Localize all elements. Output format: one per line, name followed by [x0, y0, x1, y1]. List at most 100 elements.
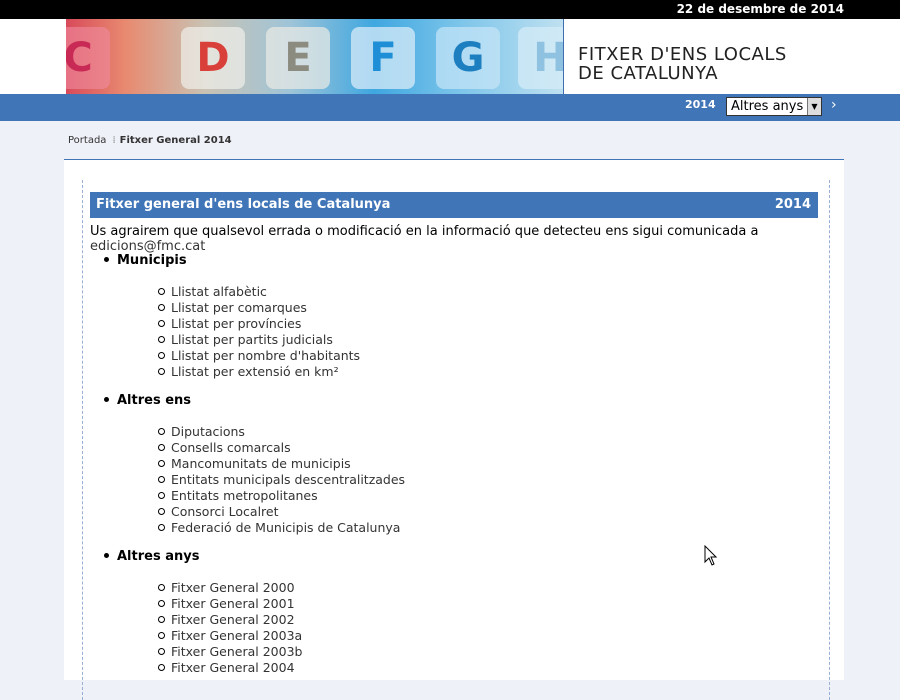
list-item[interactable]: Llistat per partits judicials	[158, 332, 360, 348]
chevron-right-icon[interactable]: ›	[831, 97, 837, 113]
list-item[interactable]: Fitxer General 2002	[158, 612, 302, 628]
breadcrumb: Portada ⁞ Fitxer General 2014	[68, 135, 232, 146]
banner-letter: F	[351, 27, 415, 89]
nav-bar: 2014 Altres anys ▼ ›	[0, 94, 900, 121]
banner-letter: H	[518, 27, 563, 89]
bullet-icon	[104, 397, 109, 402]
list-item-label: Llistat per nombre d'habitants	[171, 348, 361, 363]
breadcrumb-separator-icon: ⁞	[112, 135, 116, 146]
top-bar: 22 de desembre de 2014	[0, 0, 900, 19]
mouse-pointer-icon	[704, 545, 718, 566]
list-item[interactable]: Fitxer General 2001	[158, 596, 302, 612]
section-title: Municipis	[117, 253, 187, 268]
circle-bullet-icon	[158, 600, 165, 607]
circle-bullet-icon	[158, 476, 165, 483]
list-item[interactable]: Consells comarcals	[158, 440, 405, 456]
list-item[interactable]: Mancomunitats de municipis	[158, 456, 405, 472]
circle-bullet-icon	[158, 428, 165, 435]
section-municipis: Municipis	[104, 253, 187, 268]
list-item[interactable]: Llistat per províncies	[158, 316, 360, 332]
intro-text: Us agrairem que qualsevol errada o modif…	[90, 224, 844, 254]
list-item-label: Entitats metropolitanes	[171, 488, 318, 503]
list-item[interactable]: Llistat per comarques	[158, 300, 360, 316]
content-title: Fitxer general d'ens locals de Catalunya	[96, 197, 391, 212]
list-item-label: Fitxer General 2003b	[171, 644, 303, 659]
banner-image: C D E F G H	[66, 19, 563, 94]
section-title: Altres ens	[117, 393, 192, 408]
current-year-link[interactable]: 2014	[685, 98, 716, 111]
content-panel: Fitxer general d'ens locals de Catalunya…	[64, 159, 844, 700]
list-item[interactable]: Consorci Localret	[158, 504, 405, 520]
site-title-line2: DE CATALUNYA	[578, 63, 719, 84]
list-item[interactable]: Entitats metropolitanes	[158, 488, 405, 504]
content-header: Fitxer general d'ens locals de Catalunya…	[90, 192, 818, 218]
list-item-label: Diputacions	[171, 424, 245, 439]
circle-bullet-icon	[158, 288, 165, 295]
year-select-value: Altres anys	[731, 99, 804, 114]
list-item[interactable]: Llistat per extensió en km²	[158, 364, 360, 380]
list-item-label: Llistat per partits judicials	[171, 332, 333, 347]
list-item-label: Fitxer General 2001	[171, 596, 295, 611]
list-item-label: Llistat per comarques	[171, 300, 307, 315]
circle-bullet-icon	[158, 368, 165, 375]
list-item[interactable]: Fitxer General 2003a	[158, 628, 302, 644]
list-item[interactable]: Federació de Municipis de Catalunya	[158, 520, 405, 536]
list-item-label: Mancomunitats de municipis	[171, 456, 351, 471]
list-item-label: Llistat per extensió en km²	[171, 364, 339, 379]
list-item[interactable]: Llistat per nombre d'habitants	[158, 348, 360, 364]
circle-bullet-icon	[158, 584, 165, 591]
section-title: Altres anys	[117, 549, 200, 564]
circle-bullet-icon	[158, 664, 165, 671]
dropdown-arrow-icon[interactable]: ▼	[807, 98, 821, 115]
list-item-label: Llistat per províncies	[171, 316, 302, 331]
circle-bullet-icon	[158, 320, 165, 327]
banner-letter: E	[266, 27, 330, 89]
list-item-label: Llistat alfabètic	[171, 284, 267, 299]
list-item-label: Entitats municipals descentralitzades	[171, 472, 406, 487]
circle-bullet-icon	[158, 304, 165, 311]
site-header: C D E F G H FITXER D'ENS LOCALS DE CATAL…	[0, 19, 900, 94]
intro-message: Us agrairem que qualsevol errada o modif…	[90, 224, 759, 239]
circle-bullet-icon	[158, 444, 165, 451]
site-title-line1: FITXER D'ENS LOCALS	[578, 44, 787, 65]
circle-bullet-icon	[158, 524, 165, 531]
circle-bullet-icon	[158, 336, 165, 343]
list-item[interactable]: Fitxer General 2003b	[158, 644, 302, 660]
circle-bullet-icon	[158, 508, 165, 515]
list-item-label: Fitxer General 2000	[171, 580, 295, 595]
circle-bullet-icon	[158, 616, 165, 623]
list-altres-ens: Diputacions Consells comarcals Mancomuni…	[158, 424, 405, 536]
list-item[interactable]: Fitxer General 2000	[158, 580, 302, 596]
list-item[interactable]: Llistat alfabètic	[158, 284, 360, 300]
year-select[interactable]: Altres anys ▼	[726, 97, 822, 116]
list-municipis: Llistat alfabètic Llistat per comarques …	[158, 284, 360, 380]
breadcrumb-home[interactable]: Portada	[68, 135, 106, 146]
list-item-label: Federació de Municipis de Catalunya	[171, 520, 401, 535]
list-item-label: Fitxer General 2002	[171, 612, 295, 627]
current-date: 22 de desembre de 2014	[676, 2, 844, 16]
list-item-label: Consells comarcals	[171, 440, 291, 455]
list-item[interactable]: Diputacions	[158, 424, 405, 440]
list-item-label: Consorci Localret	[171, 504, 279, 519]
email-link[interactable]: edicions@fmc.cat	[90, 239, 205, 254]
list-item-label: Fitxer General 2004	[171, 660, 295, 675]
banner-letter: G	[436, 27, 500, 89]
section-altres-anys: Altres anys	[104, 549, 199, 564]
circle-bullet-icon	[158, 632, 165, 639]
header-divider	[563, 19, 564, 94]
circle-bullet-icon	[158, 492, 165, 499]
list-altres-anys: Fitxer General 2000 Fitxer General 2001 …	[158, 580, 302, 676]
list-item-label: Fitxer General 2003a	[171, 628, 303, 643]
breadcrumb-current: Fitxer General 2014	[119, 135, 232, 146]
site-title[interactable]: FITXER D'ENS LOCALS DE CATALUNYA	[578, 45, 787, 83]
content-year: 2014	[774, 197, 811, 212]
circle-bullet-icon	[158, 648, 165, 655]
list-item[interactable]: Entitats municipals descentralitzades	[158, 472, 405, 488]
list-item[interactable]: Fitxer General 2004	[158, 660, 302, 676]
bullet-icon	[104, 553, 109, 558]
banner-letter: D	[181, 27, 245, 89]
section-altres-ens: Altres ens	[104, 393, 191, 408]
circle-bullet-icon	[158, 352, 165, 359]
bullet-icon	[104, 257, 109, 262]
circle-bullet-icon	[158, 460, 165, 467]
